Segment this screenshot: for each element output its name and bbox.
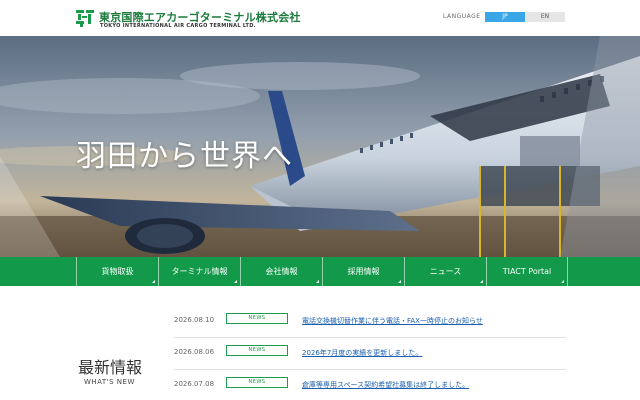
news-category-badge: NEWS (226, 377, 288, 388)
news-list-item: 2026.08.06 NEWS 2026年7月度の実績を更新しました。 (174, 338, 566, 370)
nav-item-label: TIACT Portal (502, 267, 552, 276)
news-heading: 最新情報 (78, 358, 143, 377)
hero-title: 羽田から世界へ (76, 139, 293, 174)
corner-arrow-icon (480, 280, 483, 283)
news-title-link[interactable]: 倉庫等専用スペース契約希望社募集は終了しました。 (302, 380, 469, 390)
nav-item-label: 貨物取扱 (101, 267, 134, 276)
corner-arrow-icon (234, 280, 237, 283)
corner-arrow-icon (316, 280, 319, 283)
language-jp-button[interactable]: JP (485, 12, 525, 22)
corner-arrow-icon (398, 280, 401, 283)
nav-item-news[interactable]: ニュース (404, 257, 486, 286)
nav-item-label: ニュース (429, 267, 462, 276)
nav-item-cargo[interactable]: 貨物取扱 (76, 257, 158, 286)
site-header: 東京国際エアカーゴターミナル株式会社 TOKYO INTERNATIONAL A… (0, 0, 640, 36)
news-title-link[interactable]: 電話交換機切替作業に伴う電話・FAX一時停止のお知らせ (302, 316, 483, 326)
language-label: LANGUAGE (443, 13, 481, 20)
hero-banner: 羽田から世界へ (0, 36, 640, 257)
news-date: 2026.08.06 (174, 348, 215, 356)
global-nav: 貨物取扱 ターミナル情報 会社情報 採用情報 ニュース TIACT Portal (0, 257, 640, 286)
corner-arrow-icon (152, 280, 155, 283)
nav-item-portal[interactable]: TIACT Portal (486, 257, 568, 286)
nav-item-label: 採用情報 (347, 267, 380, 276)
company-name-en: TOKYO INTERNATIONAL AIR CARGO TERMINAL L… (100, 23, 256, 29)
company-logo-icon[interactable] (76, 10, 94, 27)
news-title-link[interactable]: 2026年7月度の実績を更新しました。 (302, 348, 422, 358)
nav-item-label: ターミナル情報 (171, 267, 228, 276)
nav-item-terminal[interactable]: ターミナル情報 (158, 257, 240, 286)
news-list-item: 2026.08.10 NEWS 電話交換機切替作業に伴う電話・FAX一時停止のお… (174, 306, 566, 338)
nav-item-company[interactable]: 会社情報 (240, 257, 322, 286)
news-date: 2026.07.08 (174, 380, 215, 388)
language-en-button[interactable]: EN (525, 12, 565, 22)
news-category-badge: NEWS (226, 313, 288, 324)
nav-item-label: 会社情報 (265, 267, 298, 276)
news-category-badge: NEWS (226, 345, 288, 356)
news-date: 2026.08.10 (174, 316, 215, 324)
news-list-item: 2026.07.08 NEWS 倉庫等専用スペース契約希望社募集は終了しました。 (174, 370, 566, 400)
nav-item-recruit[interactable]: 採用情報 (322, 257, 404, 286)
news-subheading: WHAT'S NEW (84, 378, 135, 386)
corner-arrow-icon (561, 280, 564, 283)
